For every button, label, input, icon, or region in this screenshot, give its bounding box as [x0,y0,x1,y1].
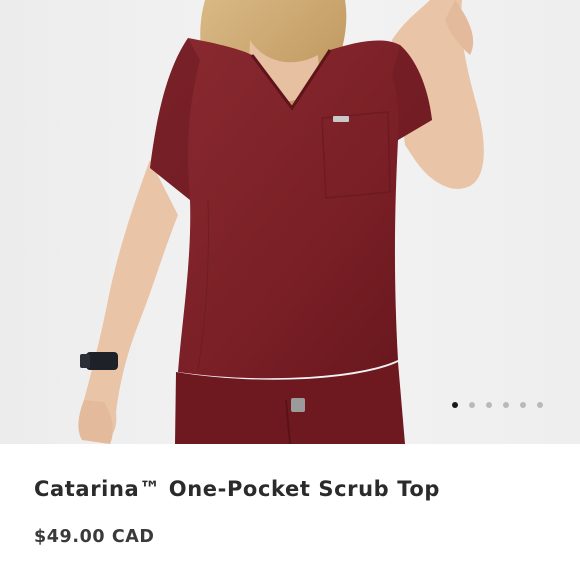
gallery-pagination [452,402,543,408]
gallery-dot-4[interactable] [503,402,509,408]
product-image[interactable] [0,0,580,444]
gallery-dot-1[interactable] [452,402,458,408]
product-image-gallery[interactable] [0,0,580,444]
gallery-dot-3[interactable] [486,402,492,408]
product-price: $49.00 CAD [34,527,155,547]
gallery-dot-6[interactable] [537,402,543,408]
product-title: Catarina™ One-Pocket Scrub Top [34,477,441,501]
product-page: Catarina™ One-Pocket Scrub Top $49.00 CA… [0,0,580,580]
gallery-dot-2[interactable] [469,402,475,408]
gallery-dot-5[interactable] [520,402,526,408]
